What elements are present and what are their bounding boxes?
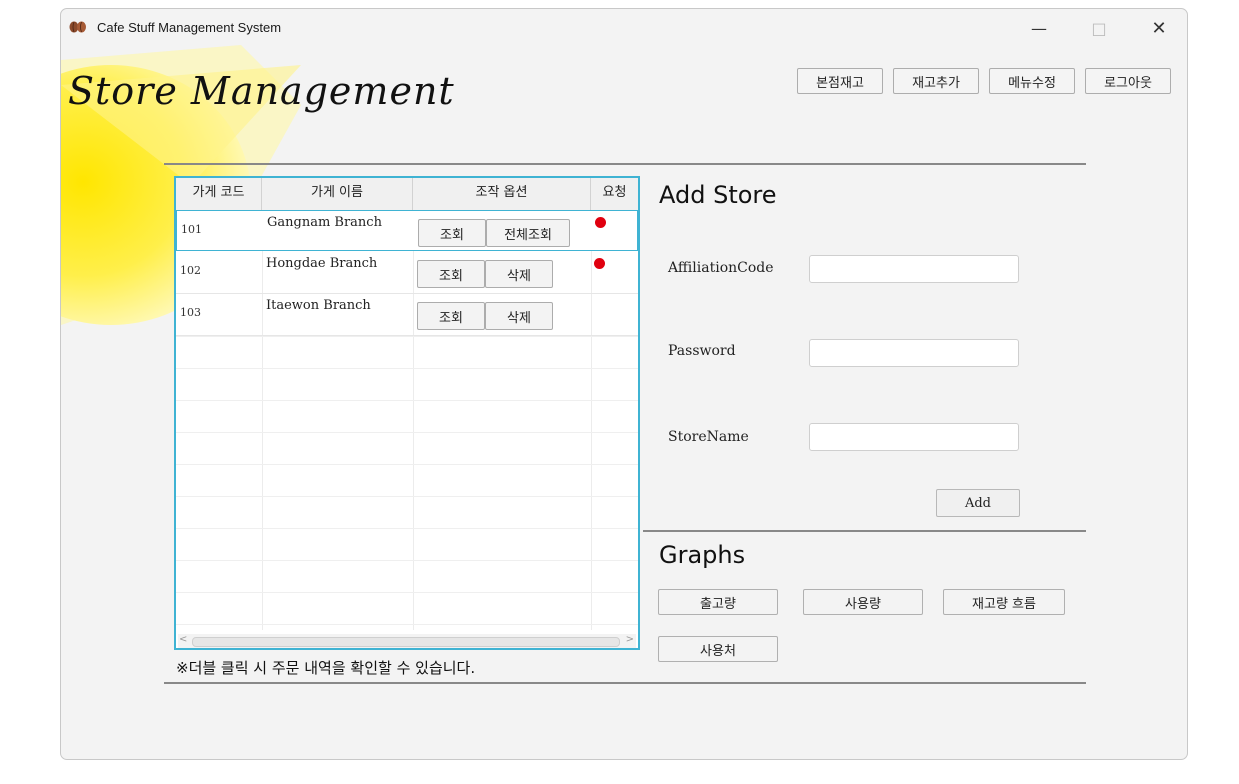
grid-line	[176, 336, 638, 337]
add-button[interactable]: Add	[936, 489, 1020, 517]
app-window: Cafe Stuff Management System — □ ✕ Store…	[60, 8, 1188, 760]
minimize-button[interactable]: —	[1019, 15, 1059, 41]
view-button[interactable]: 조회	[417, 260, 485, 288]
edit-menu-button[interactable]: 메뉴수정	[989, 68, 1075, 94]
delete-button[interactable]: 삭제	[485, 260, 553, 288]
maximize-button[interactable]: □	[1079, 15, 1119, 41]
divider-bottom	[164, 682, 1086, 684]
request-indicator	[595, 217, 606, 228]
graphs-heading: Graphs	[659, 541, 746, 569]
grid-line	[176, 592, 638, 593]
store-code: 101	[181, 223, 202, 236]
add-stock-button[interactable]: 재고추가	[893, 68, 979, 94]
grid-line	[176, 560, 638, 561]
password-input[interactable]	[809, 339, 1019, 367]
scroll-right-arrow[interactable]: >	[626, 634, 634, 645]
store-table[interactable]: 가게 코드 가게 이름 조작 옵션 요청 101 Gangnam Branch …	[174, 176, 640, 650]
store-code: 103	[180, 306, 201, 319]
affiliation-code-input[interactable]	[809, 255, 1019, 283]
grid-line	[176, 432, 638, 433]
store-name: Hongdae Branch	[266, 256, 378, 271]
coffee-beans-icon	[69, 21, 86, 33]
add-store-heading: Add Store	[659, 181, 777, 209]
view-button[interactable]: 조회	[417, 302, 485, 330]
column-header-name[interactable]: 가게 이름	[262, 178, 413, 210]
title-bar: Cafe Stuff Management System — □ ✕	[61, 9, 1187, 45]
delete-button[interactable]: 삭제	[485, 302, 553, 330]
scroll-thumb[interactable]	[192, 637, 620, 647]
store-code: 102	[180, 264, 201, 277]
grid-line	[176, 368, 638, 369]
table-header: 가게 코드 가게 이름 조작 옵션 요청	[176, 178, 638, 211]
password-label: Password	[668, 343, 736, 359]
grid-line	[176, 400, 638, 401]
store-name: Itaewon Branch	[266, 298, 371, 313]
page-title: Store Management	[68, 69, 455, 113]
usage-graph-button[interactable]: 사용량	[803, 589, 923, 615]
column-header-request[interactable]: 요청	[591, 178, 638, 210]
store-name: Gangnam Branch	[267, 215, 382, 230]
divider-top	[164, 163, 1086, 165]
view-all-button[interactable]: 전체조회	[486, 219, 570, 247]
stock-flow-graph-button[interactable]: 재고량 흐름	[943, 589, 1065, 615]
shipment-graph-button[interactable]: 출고량	[658, 589, 778, 615]
column-header-code[interactable]: 가게 코드	[176, 178, 262, 210]
hq-stock-button[interactable]: 본점재고	[797, 68, 883, 94]
double-click-note: ※더블 클릭 시 주문 내역을 확인할 수 있습니다.	[176, 659, 476, 677]
table-row[interactable]: 103 Itaewon Branch 조회 삭제	[176, 294, 638, 336]
store-name-input[interactable]	[809, 423, 1019, 451]
divider-middle	[643, 530, 1086, 532]
table-row[interactable]: 102 Hongdae Branch 조회 삭제	[176, 252, 638, 294]
usage-location-graph-button[interactable]: 사용처	[658, 636, 778, 662]
store-name-label: StoreName	[668, 429, 749, 445]
grid-line	[176, 464, 638, 465]
horizontal-scrollbar[interactable]: < >	[178, 634, 636, 648]
table-row[interactable]: 101 Gangnam Branch 조회 전체조회	[176, 210, 638, 251]
view-button[interactable]: 조회	[418, 219, 486, 247]
grid-line	[176, 624, 638, 625]
close-button[interactable]: ✕	[1139, 15, 1179, 41]
grid-line	[176, 496, 638, 497]
logout-button[interactable]: 로그아웃	[1085, 68, 1171, 94]
column-header-options[interactable]: 조작 옵션	[413, 178, 591, 210]
affiliation-code-label: AffiliationCode	[668, 260, 774, 276]
scroll-left-arrow[interactable]: <	[179, 634, 187, 645]
window-title: Cafe Stuff Management System	[97, 20, 282, 35]
grid-line	[176, 528, 638, 529]
request-indicator	[594, 258, 605, 269]
